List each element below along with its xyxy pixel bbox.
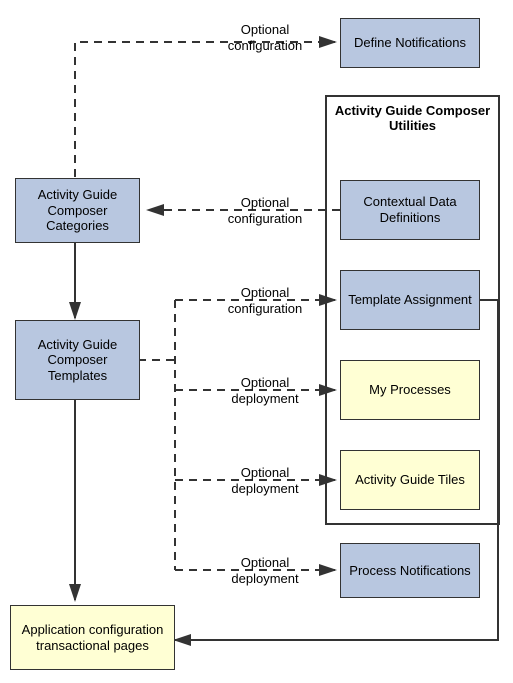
node-contextual-data-definitions: Contextual Data Definitions [340,180,480,240]
node-activity-guide-tiles: Activity Guide Tiles [340,450,480,510]
node-app-config: Application configuration transactional … [10,605,175,670]
group-title: Activity Guide Composer Utilities [327,103,498,133]
node-template-assignment: Template Assignment [340,270,480,330]
label-optional-config-3: Optional configuration [210,285,320,316]
label-optional-deploy-3: Optional deployment [210,555,320,586]
node-templates: Activity Guide Composer Templates [15,320,140,400]
label-optional-config-1: Optional configuration [210,22,320,53]
node-my-processes: My Processes [340,360,480,420]
node-categories: Activity Guide Composer Categories [15,178,140,243]
label-optional-deploy-1: Optional deployment [210,375,320,406]
node-process-notifications: Process Notifications [340,543,480,598]
label-optional-deploy-2: Optional deployment [210,465,320,496]
label-optional-config-2: Optional configuration [210,195,320,226]
node-define-notifications: Define Notifications [340,18,480,68]
diagram-canvas: Define Notifications Optional configurat… [0,0,513,683]
